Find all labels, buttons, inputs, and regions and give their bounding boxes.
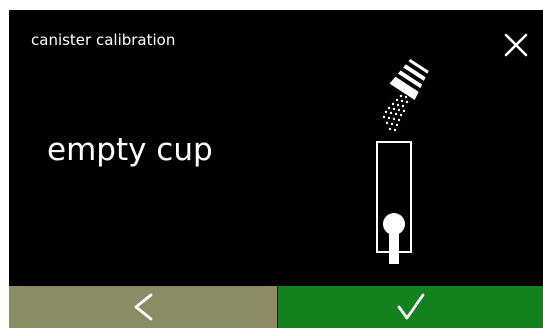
powder-dots-icon: [382, 90, 409, 132]
back-button[interactable]: [9, 286, 278, 328]
canister-icon: [389, 58, 429, 100]
canister-illustration: [369, 46, 449, 264]
cup-holder-icon: [376, 141, 412, 264]
chevron-left-icon: [131, 292, 155, 322]
close-button[interactable]: [501, 30, 531, 60]
confirm-button[interactable]: [278, 286, 543, 328]
checkmark-icon: [396, 292, 426, 322]
calibration-screen: canister calibration empty cup: [9, 10, 543, 328]
screen-title: canister calibration: [31, 31, 176, 49]
instruction-text: empty cup: [47, 132, 213, 168]
footer-bar: [9, 286, 543, 328]
close-icon: [501, 30, 531, 60]
